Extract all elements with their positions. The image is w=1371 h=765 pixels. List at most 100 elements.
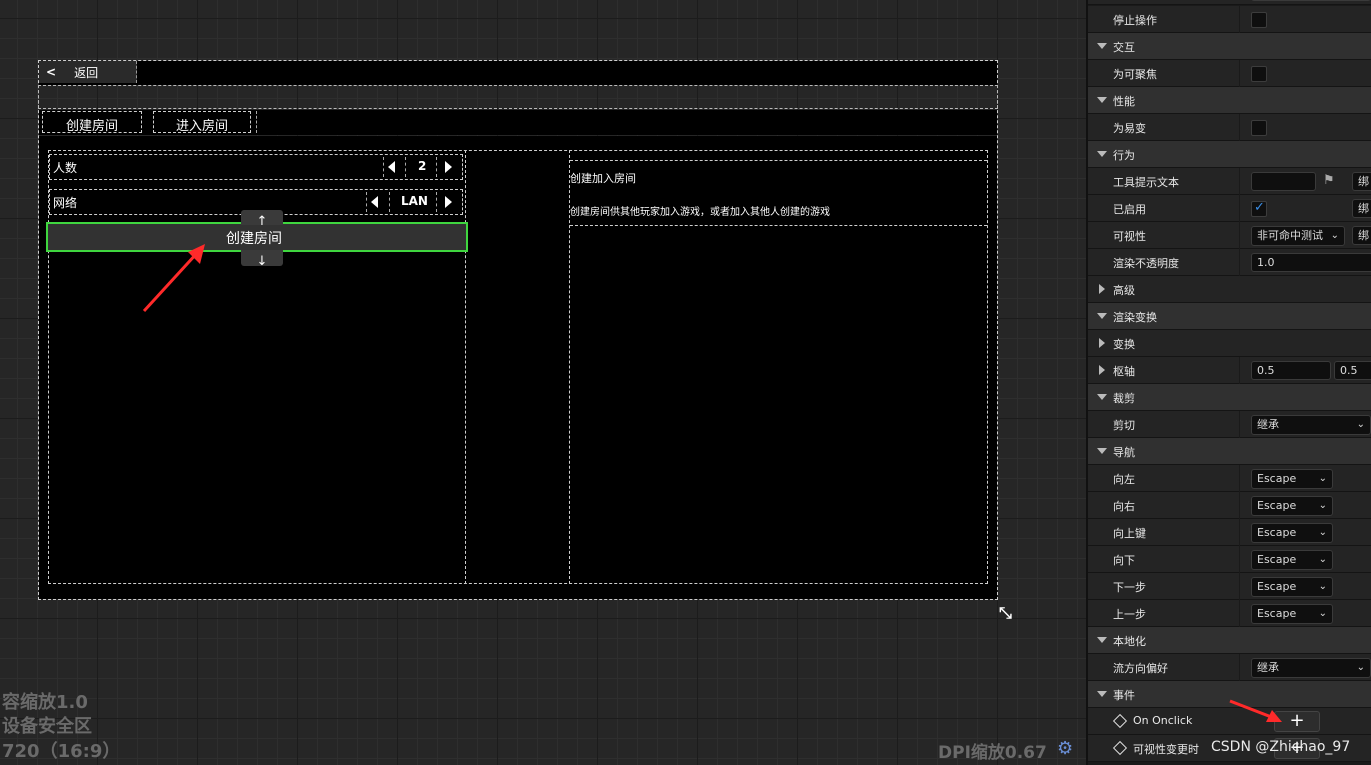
row-nav-up: 向上键 Escape ⌄ (1088, 519, 1371, 546)
top-bar (39, 61, 997, 85)
category-interaction[interactable]: 交互 (1088, 33, 1371, 60)
info-description: 创建房间供其他玩家加入游戏，或者加入其他人创建的游戏 (570, 207, 830, 218)
flow-direction-value: 继承 (1257, 661, 1279, 674)
back-button[interactable]: < 返回 (39, 61, 137, 83)
chevron-down-icon: ⌄ (1356, 419, 1365, 430)
row-clip: 剪切 继承 ⌄ (1088, 411, 1371, 438)
tooltip-bind-button[interactable]: 绑 (1352, 172, 1371, 191)
network-next-button[interactable] (440, 192, 456, 212)
players-increase-button[interactable] (440, 157, 456, 177)
advanced-label: 高级 (1113, 284, 1135, 297)
clip-label: 剪切 (1113, 419, 1135, 432)
on-onclick-label: On Onclick (1133, 714, 1193, 727)
scale-overlay-text: 容缩放1.0 (2, 692, 88, 713)
expand-caret-icon (1097, 313, 1107, 319)
dpi-settings-gear-icon[interactable]: ⚙ (1057, 739, 1073, 759)
row-advanced[interactable]: 高级 (1088, 276, 1371, 303)
nav-up-value: Escape (1257, 526, 1297, 539)
chevron-down-icon: ⌄ (1318, 554, 1327, 565)
category-behavior[interactable]: 行为 (1088, 141, 1371, 168)
category-clipping[interactable]: 裁剪 (1088, 384, 1371, 411)
network-prev-button[interactable] (366, 192, 382, 212)
chevron-down-icon: ⌄ (1318, 608, 1327, 619)
column-divider (1239, 168, 1240, 195)
category-behavior-label: 行为 (1113, 149, 1135, 162)
stop-action-checkbox[interactable] (1251, 12, 1267, 28)
category-performance-label: 性能 (1113, 95, 1135, 108)
expand-caret-icon (1097, 43, 1107, 49)
bind-label: 绑 (1358, 202, 1369, 215)
chevron-down-icon: ⌄ (1318, 527, 1327, 538)
nav-up-dropdown[interactable]: Escape ⌄ (1251, 523, 1333, 543)
expand-caret-icon (1097, 151, 1107, 157)
back-arrow-icon: < (46, 65, 57, 79)
flow-direction-dropdown[interactable]: 继承 ⌄ (1251, 658, 1371, 678)
expand-caret-icon (1097, 394, 1107, 400)
players-row: 人数 2 (49, 154, 463, 180)
network-value: LAN (401, 194, 428, 208)
pivot-x-input[interactable]: 0.5 (1251, 361, 1331, 380)
visibility-dropdown[interactable]: 非可命中测试 ⌄ (1251, 226, 1345, 246)
enabled-checkbox[interactable] (1251, 200, 1267, 217)
expand-caret-icon (1097, 97, 1107, 103)
tab-row-filler (256, 111, 996, 133)
tab-create-room[interactable]: 创建房间 (42, 111, 142, 134)
nav-down-label: 向下 (1113, 554, 1135, 567)
dpi-scale-label[interactable]: DPI缩放0.67 (938, 738, 1047, 763)
category-render-transform-label: 渲染变换 (1113, 311, 1157, 324)
category-render-transform[interactable]: 渲染变换 (1088, 303, 1371, 330)
expand-caret-icon (1097, 448, 1107, 454)
column-divider (1239, 357, 1240, 384)
column-divider (1239, 411, 1240, 438)
right-triangle-icon (444, 196, 452, 208)
move-up-handle[interactable]: ↑ (241, 210, 283, 229)
nav-next-dropdown[interactable]: Escape ⌄ (1251, 577, 1333, 597)
nav-right-dropdown[interactable]: Escape ⌄ (1251, 496, 1333, 516)
column-divider (1239, 195, 1240, 222)
nav-next-value: Escape (1257, 580, 1297, 593)
row-transform[interactable]: 变换 (1088, 330, 1371, 357)
clip-dropdown[interactable]: 继承 ⌄ (1251, 415, 1371, 435)
nav-left-label: 向左 (1113, 473, 1135, 486)
volatile-checkbox[interactable] (1251, 120, 1267, 136)
category-localization[interactable]: 本地化 (1088, 627, 1371, 654)
network-label: 网络 (53, 196, 78, 210)
render-opacity-input[interactable]: 1.0 (1251, 253, 1371, 272)
chevron-down-icon: ⌄ (1330, 230, 1339, 241)
category-performance[interactable]: 性能 (1088, 87, 1371, 114)
flag-icon[interactable]: ⚑ (1323, 173, 1335, 188)
right-triangle-icon (444, 161, 452, 173)
row-pivot: 枢轴 0.5 0.5 (1088, 357, 1371, 384)
players-decrease-button[interactable] (383, 157, 399, 177)
nav-prev-dropdown[interactable]: Escape ⌄ (1251, 604, 1333, 624)
visibility-bind-button[interactable]: 绑 (1352, 226, 1371, 245)
middle-column (466, 150, 570, 584)
pivot-x-value: 0.5 (1257, 364, 1275, 377)
move-down-handle[interactable]: ↓ (241, 250, 283, 269)
pivot-y-input[interactable]: 0.5 (1334, 361, 1371, 380)
clip-value: 继承 (1257, 418, 1279, 431)
nav-down-dropdown[interactable]: Escape ⌄ (1251, 550, 1333, 570)
annotation-arrow-icon (142, 244, 205, 313)
designer-canvas[interactable]: < 返回 创建房间 进入房间 人数 2 网络 LAN 创建房间 ↑ ↓ 创建加入… (0, 0, 1086, 765)
resize-handle-icon[interactable]: ⤡ (999, 603, 1019, 622)
tab-join-room-label: 进入房间 (176, 119, 229, 134)
safe-zone-overlay-text: 设备安全区 (2, 716, 92, 737)
nav-left-dropdown[interactable]: Escape ⌄ (1251, 469, 1333, 489)
enabled-bind-button[interactable]: 绑 (1352, 199, 1371, 218)
tab-join-room[interactable]: 进入房间 (153, 111, 251, 134)
chevron-down-icon: ⌄ (1356, 662, 1365, 673)
category-navigation[interactable]: 导航 (1088, 438, 1371, 465)
row-stop-action: 停止操作 (1088, 6, 1371, 33)
nav-right-value: Escape (1257, 499, 1297, 512)
column-divider (1239, 600, 1240, 627)
top-partial-field[interactable] (1251, 0, 1371, 1)
nav-up-label: 向上键 (1113, 527, 1146, 540)
focusable-checkbox[interactable] (1251, 66, 1267, 82)
category-clipping-label: 裁剪 (1113, 392, 1135, 405)
tab-create-room-label: 创建房间 (66, 119, 119, 134)
expand-caret-icon (1097, 637, 1107, 643)
tooltip-text-input[interactable] (1251, 172, 1316, 191)
nav-next-label: 下一步 (1113, 581, 1146, 594)
resolution-overlay-text: 720（16:9） (2, 741, 121, 762)
